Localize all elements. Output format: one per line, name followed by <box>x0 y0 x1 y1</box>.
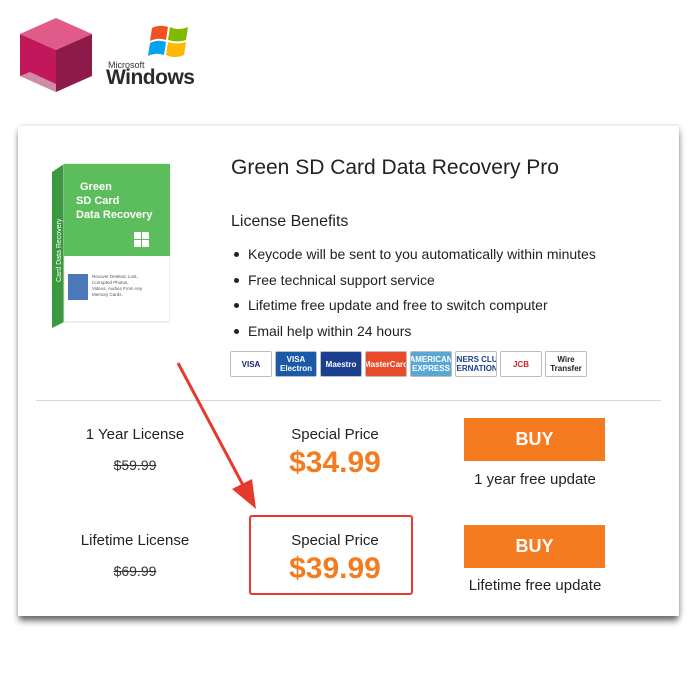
bullet-icon <box>234 252 239 257</box>
old-price-lifetime: $69.99 <box>113 563 157 579</box>
product-title: Green SD Card Data Recovery Pro <box>231 156 559 179</box>
box-desc-4: Memory Cards. <box>92 292 123 297</box>
product-box-image: Green SD Card Data Recovery Card Data Re… <box>52 163 170 328</box>
recommended-highlight-box <box>249 515 413 595</box>
benefits-list: Keycode will be sent to you automaticall… <box>231 244 596 346</box>
benefits-heading: License Benefits <box>231 213 349 230</box>
windows-flag-icon <box>148 25 188 57</box>
bullet-icon <box>234 277 239 283</box>
benefit-text: Email help within 24 hours <box>248 322 412 339</box>
bullet-icon <box>234 303 239 308</box>
benefit-text: Lifetime free update and free to switch … <box>248 297 548 313</box>
box-title-line-2: SD Card <box>76 195 119 207</box>
benefit-item: Free technical support service <box>231 270 596 296</box>
benefit-text: Keycode will be sent to you automaticall… <box>248 246 596 262</box>
section-divider <box>36 400 661 401</box>
buy-button-lifetime[interactable]: BUY <box>464 525 605 568</box>
box-spine-text: Card Data Recovery <box>56 218 63 282</box>
benefit-item: Email help within 24 hours <box>231 321 596 347</box>
license-name-lifetime: Lifetime License <box>80 532 190 549</box>
benefit-text: Free technical support service <box>248 271 435 288</box>
american-express-icon: AMERICAN EXPRESS <box>410 351 452 377</box>
windows-logo: Microsoft Windows <box>104 20 214 90</box>
benefit-item: Lifetime free update and free to switch … <box>231 295 596 321</box>
box-desc-3: Videos, Audios From Any <box>92 286 143 291</box>
payment-methods: VISA VISA Electron Maestro MasterCard AM… <box>230 351 587 377</box>
mastercard-icon: MasterCard <box>365 351 407 377</box>
wire-transfer-icon: Wire Transfer <box>545 351 587 377</box>
diners-club-icon: DINERS CLUB INTERNATIONAL <box>455 351 497 377</box>
box-title-line-3: Data Recovery <box>76 209 153 221</box>
sd-card-icon <box>68 274 88 300</box>
benefit-item: Keycode will be sent to you automaticall… <box>231 244 596 270</box>
buy-button-1year[interactable]: BUY <box>464 418 605 461</box>
red-arrow-icon <box>176 362 256 509</box>
box-desc-1: Recover Deleted, Lost, <box>92 274 138 279</box>
visa-electron-icon: VISA Electron <box>275 351 317 377</box>
box-desc-2: Corrupted Photos, <box>92 280 129 285</box>
buy-note-1year: 1 year free update <box>474 471 596 488</box>
windows-wordmark: Windows <box>106 66 195 89</box>
bullet-icon <box>234 328 239 334</box>
buy-note-lifetime: Lifetime free update <box>468 577 602 594</box>
product-cube-logo <box>20 18 92 92</box>
box-title-line-1: Green <box>80 181 112 193</box>
jcb-icon: JCB <box>500 351 542 377</box>
maestro-icon: Maestro <box>320 351 362 377</box>
